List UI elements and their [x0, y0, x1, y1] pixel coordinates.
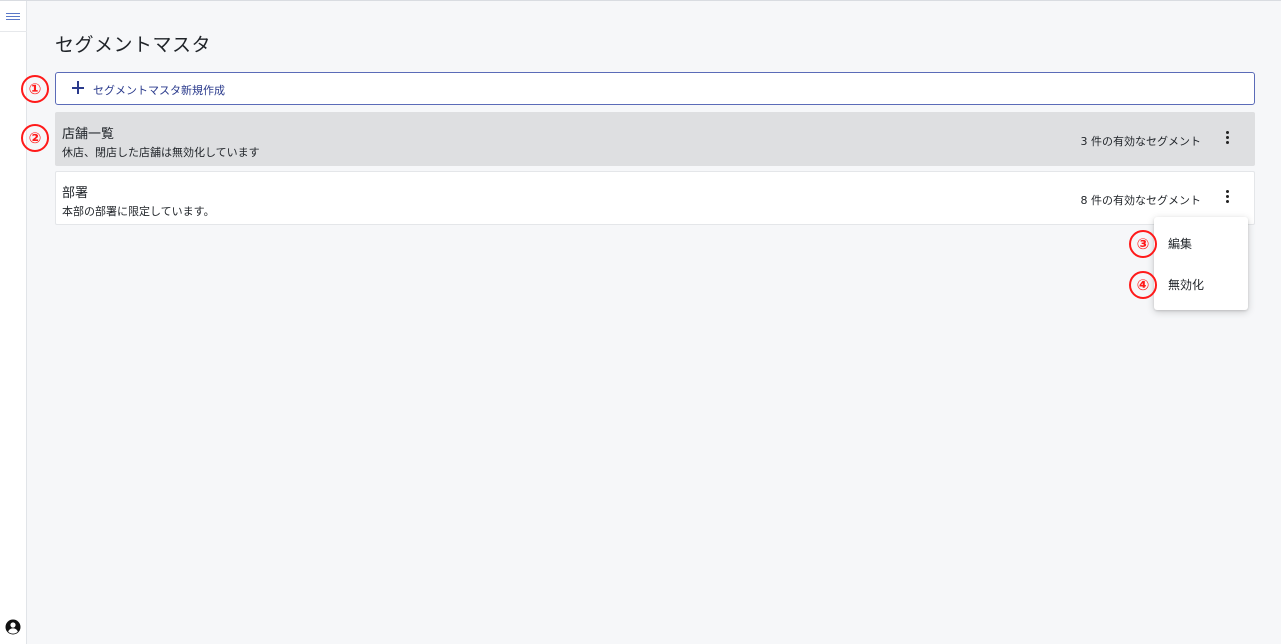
- menu-item-label: 無効化: [1168, 278, 1205, 292]
- segment-description: 本部の部署に限定しています。: [62, 205, 215, 218]
- annotation-marker-3: ③: [1129, 230, 1157, 258]
- segment-count: 3 件の有効なセグメント: [1080, 135, 1202, 148]
- sidebar-divider: [0, 31, 27, 32]
- context-menu: 編集 無効化: [1154, 217, 1248, 310]
- create-segment-master-button[interactable]: セグメントマスタ新規作成: [55, 72, 1255, 105]
- segment-name: 部署: [62, 186, 89, 201]
- segment-name: 店舗一覧: [62, 127, 115, 142]
- segment-row[interactable]: 部署 本部の部署に限定しています。 8 件の有効なセグメント: [55, 171, 1255, 225]
- account-circle-icon[interactable]: [5, 619, 21, 635]
- segment-description: 休店、閉店した店舗は無効化しています: [62, 146, 260, 159]
- page-title: セグメントマスタ: [55, 34, 212, 56]
- segment-row[interactable]: 店舗一覧 休店、閉店した店舗は無効化しています 3 件の有効なセグメント: [55, 112, 1255, 166]
- hamburger-icon[interactable]: [6, 11, 20, 23]
- top-border: [0, 0, 1281, 1]
- annotation-marker-4: ④: [1129, 271, 1157, 299]
- menu-item-edit[interactable]: 編集: [1154, 223, 1248, 263]
- menu-item-label: 編集: [1168, 237, 1193, 251]
- plus-icon: [72, 81, 86, 95]
- more-vertical-icon[interactable]: [1224, 190, 1230, 206]
- more-vertical-icon[interactable]: [1224, 131, 1230, 147]
- segment-count: 8 件の有効なセグメント: [1080, 194, 1202, 207]
- menu-item-disable[interactable]: 無効化: [1154, 264, 1248, 304]
- annotation-marker-2: ②: [21, 124, 49, 152]
- annotation-marker-1: ①: [21, 75, 49, 103]
- create-button-label: セグメントマスタ新規作成: [93, 84, 225, 97]
